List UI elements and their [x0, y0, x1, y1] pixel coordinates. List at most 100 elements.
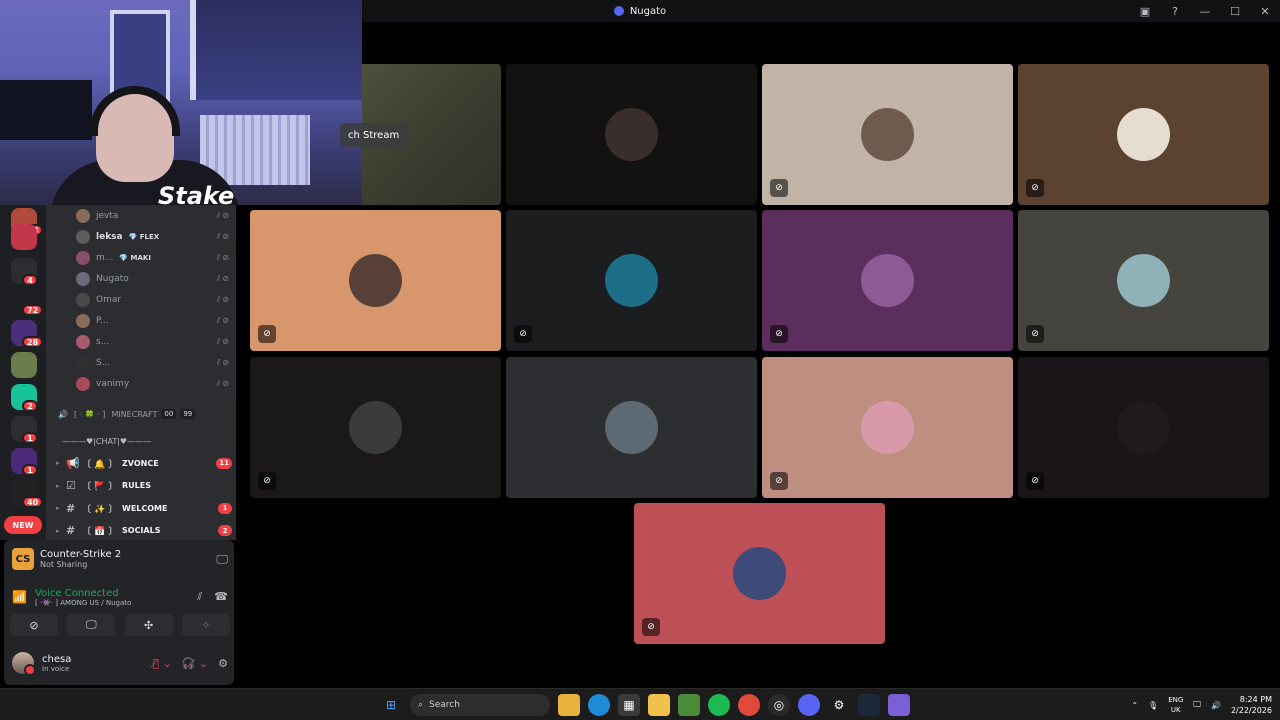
inbox-icon[interactable]: ▣ [1130, 0, 1160, 22]
obs-icon[interactable]: ◎ [768, 694, 790, 716]
voice-user[interactable]: Omar ⫽⊘ [76, 291, 231, 309]
search-input[interactable]: ⌕ Search [410, 694, 550, 716]
camera-off-icon: ⊘ [1026, 179, 1044, 197]
voice-connection-row: 📶 Voice Connected [ ·👾· ] AMONG US / Nug… [12, 582, 228, 612]
channel-type-icon: 📢 [66, 456, 80, 470]
voice-user[interactable]: s... ⫽⊘ [76, 333, 231, 351]
taskbar: ⊞ ⌕ Search ▦ ◎ ⚙ ⌃ 🎙 ENG UK 🖵 🔊 8:24 PM … [0, 688, 1280, 720]
time: 8:24 PM [1239, 695, 1272, 704]
text-channel[interactable]: ▸ 📢 〔 🔔 〕 ZVONCE 11 [56, 453, 232, 473]
text-channel[interactable]: ▸ ☑ 〔 🚩 〕 RULES [56, 476, 232, 496]
windows-start-icon[interactable]: ⊞ [380, 694, 402, 716]
participant-tile[interactable]: ⊘ [506, 210, 757, 351]
activity-row[interactable]: CS Counter-Strike 2 Not Sharing 🖵 [12, 546, 228, 572]
voice-user-name: vanimy [96, 379, 130, 389]
server-icon[interactable] [11, 352, 37, 378]
caret-icon: ▸ [56, 526, 60, 535]
minimize-button[interactable]: — [1190, 0, 1220, 22]
voice-user[interactable]: m... 💎 MAKI ⫽⊘ [76, 249, 231, 267]
settings-icon[interactable]: ⚙ [828, 694, 850, 716]
mic-muted-icon[interactable]: 🎙̸ ⌄ [152, 657, 171, 670]
close-button[interactable]: ✕ [1250, 0, 1280, 22]
clock[interactable]: 8:24 PM 2/22/2026 [1231, 694, 1272, 716]
volume-icon[interactable]: 🔊 [1211, 701, 1221, 710]
store-icon[interactable]: ▦ [618, 694, 640, 716]
noise-suppression-icon[interactable]: ⫽ [197, 590, 202, 604]
voice-user[interactable]: P... ⫽⊘ [76, 312, 231, 330]
deafen-icon[interactable]: 🎧̸ ⌄ [182, 657, 208, 670]
participant-tile[interactable]: ⊘ [250, 210, 501, 351]
avatar [1117, 254, 1170, 307]
language-indicator[interactable]: ENG UK [1168, 695, 1183, 715]
username[interactable]: chesa [42, 654, 71, 665]
watch-stream-button[interactable]: ch Stream [340, 123, 408, 147]
voice-status[interactable]: Voice Connected [35, 588, 131, 599]
text-channel[interactable]: ▸ # 〔 📅 〕 SOCIALS 2 [56, 521, 232, 541]
speaker-icon: 🔊 [58, 409, 68, 419]
avatar [733, 547, 786, 600]
avatar [349, 254, 402, 307]
cs2-icon: CS [12, 548, 34, 570]
app-icon[interactable] [648, 694, 670, 716]
participant-tile[interactable]: ⊘ [634, 503, 885, 644]
participant-tile[interactable]: ⊘ [762, 357, 1013, 498]
maximize-button[interactable]: ☐ [1220, 0, 1250, 22]
avatar [861, 108, 914, 161]
server-badge: 40 [22, 496, 44, 508]
channel-emoji: 〔 📅 〕 [82, 527, 118, 537]
avatar [605, 108, 658, 161]
purple-app-icon[interactable] [888, 694, 910, 716]
participant-tile[interactable]: ⊘ [1018, 210, 1269, 351]
voice-user[interactable]: Nugato ⫽⊘ [76, 270, 231, 288]
voice-user[interactable]: S... ⫽⊘ [76, 354, 231, 372]
unread-badge: 2 [218, 525, 232, 536]
participant-tile[interactable]: ⊘ [250, 357, 501, 498]
new-badge[interactable]: NEW [4, 516, 42, 534]
disconnect-icon[interactable]: ☎ [214, 590, 228, 604]
camera-off-button[interactable]: ⊘ [10, 614, 58, 636]
category-chat[interactable]: ———♥|CHAT|♥——— [62, 437, 212, 446]
voice-user[interactable]: leksa 💎 FLEX ⫽⊘ [76, 228, 231, 246]
participant-tile[interactable]: ⊘ [762, 64, 1013, 205]
discord-taskbar-icon[interactable] [798, 694, 820, 716]
network-icon[interactable]: 🖵 [1193, 700, 1201, 710]
channel-type-icon: # [66, 524, 76, 537]
activities-button[interactable]: ✣ [124, 614, 173, 636]
camera-off-icon: ⊘ [1026, 472, 1044, 490]
user-limit: 99 [180, 409, 196, 419]
screen-share-button[interactable]: 🖵 [67, 614, 116, 636]
participant-tile[interactable] [506, 64, 757, 205]
steam-icon[interactable] [858, 694, 880, 716]
share-screen-icon[interactable]: 🖵 [216, 552, 228, 567]
spotify-icon[interactable] [708, 694, 730, 716]
participant-tile[interactable]: ⊘ [1018, 357, 1269, 498]
search-icon: ⌕ [418, 700, 424, 710]
file-explorer-icon[interactable] [558, 694, 580, 716]
chrome-icon[interactable] [738, 694, 760, 716]
gear-icon[interactable]: ⚙ [218, 657, 228, 670]
avatar [76, 272, 90, 286]
muted-icon: ⫽⊘ [216, 295, 231, 304]
help-icon[interactable]: ? [1160, 0, 1190, 22]
text-channel[interactable]: ▸ # 〔 ✨ 〕 WELCOME 1 [56, 498, 232, 518]
camera-off-icon: ⊘ [770, 325, 788, 343]
minecraft-icon[interactable] [678, 694, 700, 716]
participant-tile[interactable] [506, 357, 757, 498]
participant-tile[interactable]: ⊘ [762, 210, 1013, 351]
participant-tile[interactable]: ⊘ [1018, 64, 1269, 205]
voice-channel-path[interactable]: [ ·👾· ] AMONG US / Nugato [35, 599, 131, 607]
server-icon[interactable] [11, 224, 37, 250]
channel-name: RULES [122, 481, 151, 490]
voice-user[interactable]: vanimy ⫽⊘ [76, 375, 231, 393]
mic-icon[interactable]: 🎙 [1148, 701, 1158, 710]
edge-icon[interactable] [588, 694, 610, 716]
account-row: chesa In voice 🎙̸ ⌄ 🎧̸ ⌄ ⚙ [12, 648, 228, 678]
chevron-up-icon[interactable]: ⌃ [1131, 701, 1138, 710]
voice-channel-minecraft[interactable]: 🔊 [ · 🍀 · ] MINECRAFT 00 99 [58, 405, 228, 423]
avatar [76, 230, 90, 244]
soundboard-button[interactable]: ✧ [181, 614, 230, 636]
server-badge: 1 [22, 464, 38, 476]
channel-name: WELCOME [122, 503, 168, 513]
voice-user[interactable]: jevta ⫽⊘ [76, 207, 231, 225]
avatar[interactable] [12, 652, 36, 676]
